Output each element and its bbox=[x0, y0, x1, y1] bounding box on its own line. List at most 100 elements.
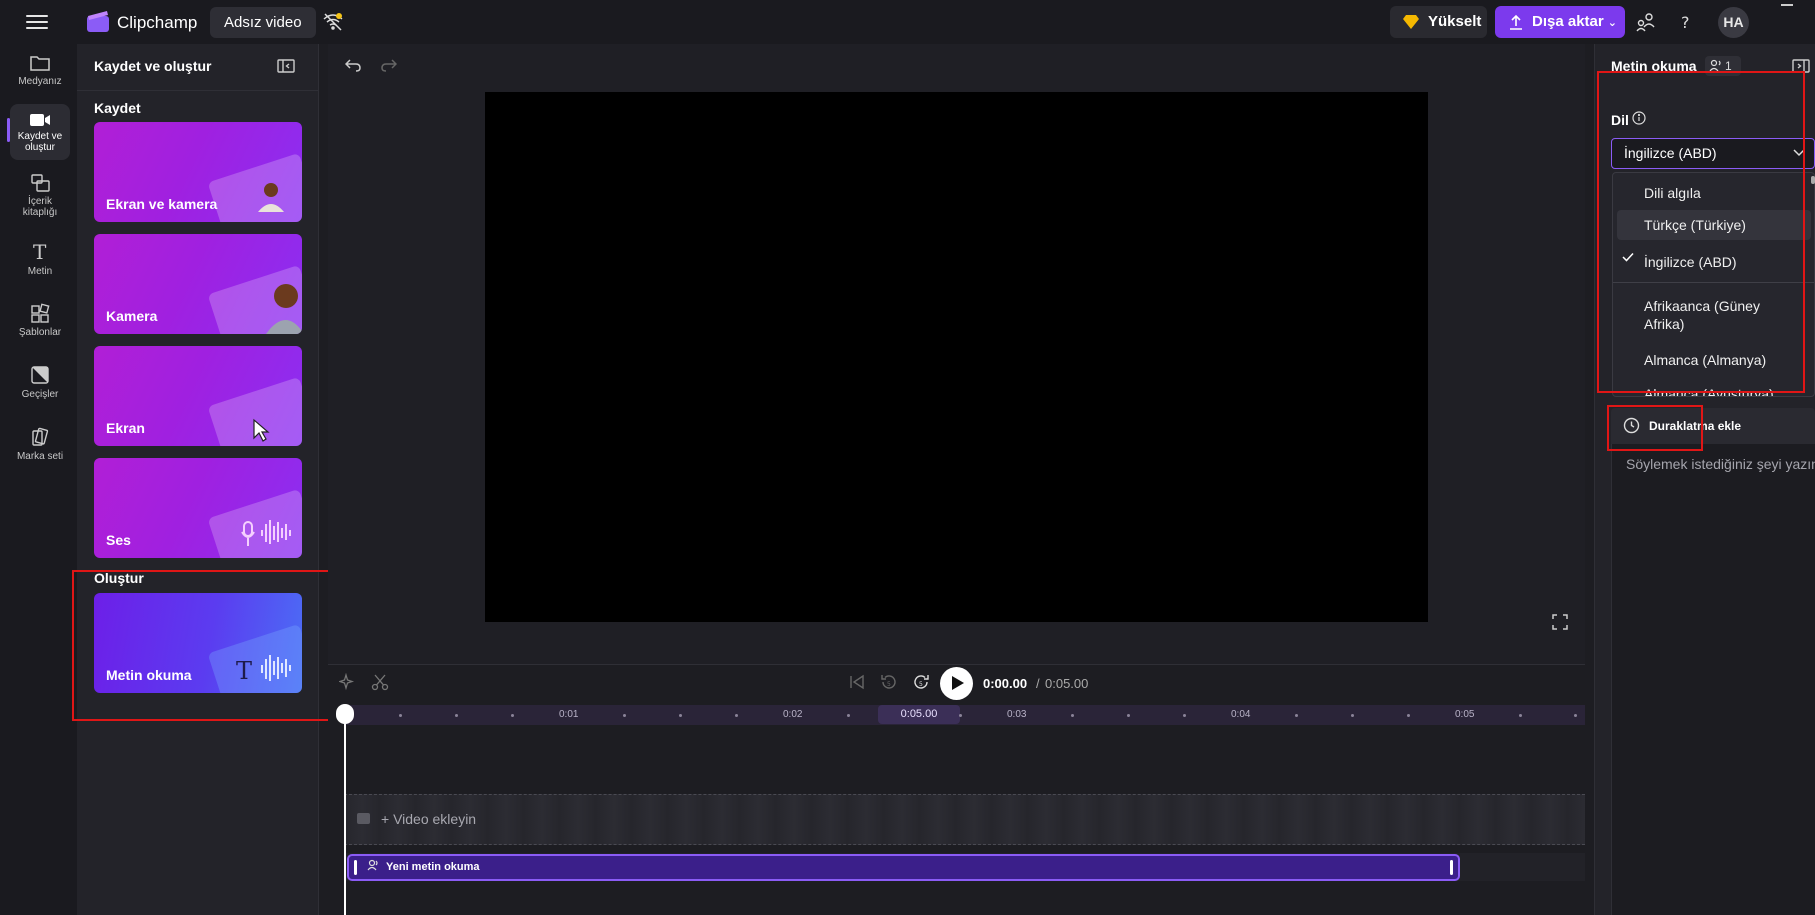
undo-icon[interactable] bbox=[345, 58, 361, 72]
nav-item-brand-kit[interactable]: Marka seti bbox=[10, 427, 70, 463]
tick-label: 0:03 bbox=[1007, 709, 1027, 720]
timeline-ruler[interactable] bbox=[344, 705, 1585, 725]
svg-text:5: 5 bbox=[919, 681, 923, 688]
tts-clip-label: Yeni metin okuma bbox=[386, 861, 480, 873]
video-placeholder-icon bbox=[357, 813, 370, 824]
card-label: Kamera bbox=[106, 308, 158, 324]
cursor-icon bbox=[253, 418, 270, 442]
svg-text:?: ? bbox=[1681, 13, 1690, 32]
video-preview[interactable] bbox=[485, 92, 1428, 622]
tick-label: 0:01 bbox=[559, 709, 579, 720]
folder-icon bbox=[30, 56, 50, 71]
minimize-window-icon[interactable] bbox=[1781, 4, 1793, 6]
transitions-icon bbox=[31, 366, 49, 384]
end-marker-badge: 0:05.00 bbox=[878, 705, 960, 724]
upgrade-button[interactable]: Yükselt bbox=[1390, 6, 1487, 38]
speech-icon bbox=[367, 859, 378, 871]
skip-back-icon[interactable] bbox=[848, 673, 866, 691]
share-people-icon[interactable] bbox=[1634, 10, 1658, 34]
menu-icon[interactable] bbox=[26, 12, 48, 32]
collapse-panel-icon[interactable] bbox=[277, 59, 295, 73]
nav-item-media[interactable]: Medyanız bbox=[10, 54, 70, 94]
tick-dot bbox=[511, 714, 514, 717]
tick-dot bbox=[623, 714, 626, 717]
card-label: Ses bbox=[106, 532, 131, 548]
project-name-field[interactable]: Adsız video bbox=[210, 7, 316, 38]
play-button[interactable] bbox=[940, 667, 973, 700]
tick-dot bbox=[1071, 714, 1074, 717]
card-camera[interactable]: Kamera bbox=[94, 234, 302, 334]
nav-label-record-create: Kaydet ve oluştur bbox=[17, 131, 63, 153]
text-icon: T bbox=[33, 242, 47, 262]
scrollbar[interactable] bbox=[1811, 176, 1815, 184]
offline-status-icon[interactable] bbox=[321, 10, 345, 34]
card-screen-and-camera[interactable]: Ekran ve kamera bbox=[94, 122, 302, 222]
highlight-box bbox=[72, 570, 332, 721]
record-create-panel: Kaydet ve oluştur Kaydet Ekran ve kamera… bbox=[77, 44, 319, 915]
tick-dot bbox=[399, 714, 402, 717]
clip-start-handle[interactable] bbox=[354, 860, 357, 875]
playhead[interactable] bbox=[344, 714, 346, 915]
nav-label-templates: Şablonlar bbox=[18, 327, 62, 338]
tts-text-input[interactable]: Söylemek istediğiniz şeyi yazın bbox=[1611, 444, 1815, 915]
clipchamp-logo-icon bbox=[87, 11, 109, 32]
clip-end-handle[interactable] bbox=[1450, 860, 1453, 875]
ai-sparkle-icon[interactable] bbox=[339, 673, 357, 691]
nav-label-content-library: İçerik kitaplığı bbox=[22, 196, 58, 218]
tick-dot bbox=[1519, 714, 1522, 717]
panel-title: Kaydet ve oluştur bbox=[94, 58, 212, 74]
nav-label-text: Metin bbox=[27, 266, 53, 277]
tick-dot bbox=[679, 714, 682, 717]
record-section-label: Kaydet bbox=[94, 100, 141, 116]
tick-dot bbox=[455, 714, 458, 717]
nav-item-text[interactable]: T Metin bbox=[10, 242, 70, 278]
redo-icon[interactable] bbox=[381, 58, 397, 72]
microphone-waveform-icon bbox=[241, 520, 291, 546]
export-button[interactable]: Dışa aktar ⌄ bbox=[1495, 6, 1625, 38]
tick-dot bbox=[735, 714, 738, 717]
tts-text-placeholder: Söylemek istediğiniz şeyi yazın bbox=[1626, 456, 1815, 472]
svg-text:T: T bbox=[33, 242, 47, 262]
add-video-label[interactable]: + Video ekleyin bbox=[381, 811, 476, 827]
nav-item-transitions[interactable]: Geçişler bbox=[10, 365, 70, 401]
brand-kit-icon bbox=[32, 427, 49, 446]
card-label: Ekran ve kamera bbox=[106, 196, 218, 212]
tts-clip[interactable] bbox=[347, 854, 1460, 881]
tick-dot bbox=[1351, 714, 1354, 717]
tick-label: 0:05 bbox=[1455, 709, 1475, 720]
nav-item-templates[interactable]: Şablonlar bbox=[10, 303, 70, 339]
tick-dot bbox=[1183, 714, 1186, 717]
person-photo-icon bbox=[258, 183, 284, 212]
svg-text:5: 5 bbox=[887, 681, 891, 688]
upload-icon bbox=[1510, 14, 1522, 30]
help-icon[interactable]: ? bbox=[1674, 10, 1698, 34]
tick-dot bbox=[1407, 714, 1410, 717]
card-audio[interactable]: Ses bbox=[94, 458, 302, 558]
diamond-icon bbox=[1403, 15, 1419, 29]
highlight-box bbox=[1597, 71, 1805, 393]
video-track[interactable] bbox=[344, 794, 1585, 845]
nav-item-content-library[interactable]: İçerik kitaplığı bbox=[10, 174, 70, 220]
tick-dot bbox=[1295, 714, 1298, 717]
person-photo-icon bbox=[266, 284, 302, 334]
avatar[interactable]: HA bbox=[1718, 7, 1749, 38]
playhead-handle[interactable] bbox=[336, 704, 354, 724]
rewind-5s-icon[interactable]: 5 bbox=[880, 673, 898, 691]
card-screen[interactable]: Ekran bbox=[94, 346, 302, 446]
tick-dot bbox=[1574, 714, 1577, 717]
app-name: Clipchamp bbox=[117, 13, 198, 32]
tick-label: 0:02 bbox=[783, 709, 803, 720]
tick-dot bbox=[959, 714, 962, 717]
nav-item-record-create[interactable]: Kaydet ve oluştur bbox=[10, 104, 70, 160]
forward-5s-icon[interactable]: 5 bbox=[912, 673, 930, 691]
split-scissors-icon[interactable] bbox=[371, 673, 389, 691]
video-camera-icon bbox=[30, 114, 50, 126]
tick-dot bbox=[847, 714, 850, 717]
nav-label-media: Medyanız bbox=[18, 76, 62, 87]
current-time: 0:00.00 bbox=[983, 676, 1028, 691]
fullscreen-icon[interactable] bbox=[1552, 614, 1568, 630]
export-label: Dışa aktar bbox=[1532, 13, 1604, 30]
tick-label: 0:04 bbox=[1231, 709, 1251, 720]
divider bbox=[77, 90, 319, 91]
highlight-box bbox=[1607, 405, 1703, 451]
